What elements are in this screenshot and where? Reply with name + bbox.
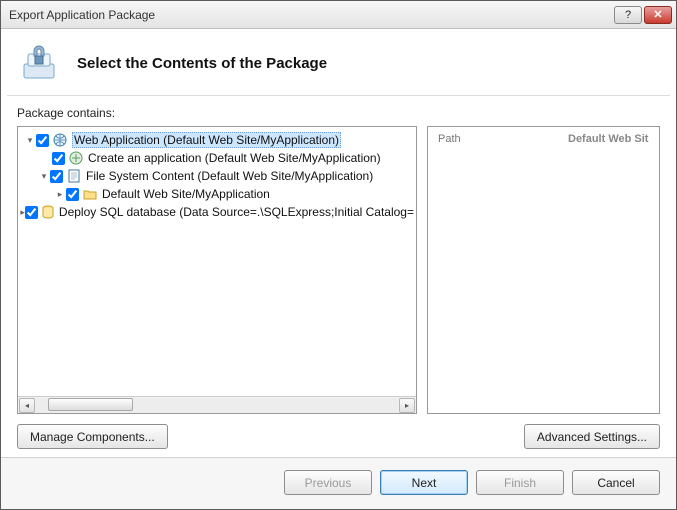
detail-panel: Path Default Web Site/MyApplication [427,126,660,414]
wizard-header: Select the Contents of the Package [1,29,676,95]
expander-icon[interactable]: ▸ [54,189,66,200]
folder-icon [82,186,98,202]
tree-label: File System Content (Default Web Site/My… [86,169,373,183]
tree-label: Web Application (Default Web Site/MyAppl… [72,132,341,148]
titlebar: Export Application Package ? ✕ [1,1,676,29]
close-button[interactable]: ✕ [644,6,672,24]
tree-label: Create an application (Default Web Site/… [88,151,381,165]
wizard-footer: Previous Next Finish Cancel [1,457,676,509]
previous-button: Previous [284,470,372,495]
scroll-track[interactable] [36,398,398,413]
manage-components-button[interactable]: Manage Components... [17,424,168,449]
tree-node-webapp[interactable]: ▾ Web Application (Default Web Site/MyAp… [20,131,414,149]
wizard-heading: Select the Contents of the Package [77,55,327,72]
checkbox-createapp[interactable] [52,152,65,165]
globe-icon [52,132,68,148]
wizard-body: Package contains: ▾ Web Application (Def… [1,96,676,457]
titlebar-buttons: ? ✕ [614,6,672,24]
horizontal-scrollbar[interactable]: ◂ ▸ [18,396,416,413]
checkbox-webapp[interactable] [36,134,49,147]
expander-icon[interactable]: ▾ [38,171,50,182]
detail-row-path: Path Default Web Site/MyApplication [438,133,649,145]
advanced-settings-button[interactable]: Advanced Settings... [524,424,660,449]
next-button[interactable]: Next [380,470,468,495]
tree-node-createapp[interactable]: Create an application (Default Web Site/… [20,149,414,167]
tree-panel: ▾ Web Application (Default Web Site/MyAp… [17,126,417,414]
mid-buttons: Manage Components... Advanced Settings..… [17,424,660,449]
close-icon: ✕ [653,8,662,21]
wizard-icon [17,41,61,85]
database-icon [41,204,55,220]
checkbox-folder[interactable] [66,188,79,201]
scroll-thumb[interactable] [48,398,133,411]
panels: ▾ Web Application (Default Web Site/MyAp… [17,126,660,414]
help-button[interactable]: ? [614,6,642,24]
cancel-button[interactable]: Cancel [572,470,660,495]
tree-scroll[interactable]: ▾ Web Application (Default Web Site/MyAp… [18,127,416,396]
tree-node-folder[interactable]: ▸ Default Web Site/MyApplication [20,185,414,203]
package-contains-label: Package contains: [17,106,660,120]
checkbox-sql[interactable] [25,206,38,219]
scroll-right-icon[interactable]: ▸ [399,398,415,413]
detail-path-value: Default Web Site/MyApplication [568,133,649,145]
expander-icon[interactable]: ▾ [24,135,36,146]
document-icon [66,168,82,184]
checkbox-filesys[interactable] [50,170,63,183]
tree-node-filesys[interactable]: ▾ File System Content (Default Web Site/… [20,167,414,185]
tree-label: Default Web Site/MyApplication [102,187,270,201]
app-icon [68,150,84,166]
dialog-window: Export Application Package ? ✕ Select th… [0,0,677,510]
detail-path-label: Path [438,133,568,145]
scroll-left-icon[interactable]: ◂ [19,398,35,413]
tree-node-sql[interactable]: ▸ Deploy SQL database (Data Source=.\SQL… [20,203,414,221]
tree-label: Deploy SQL database (Data Source=.\SQLEx… [59,205,414,219]
finish-button: Finish [476,470,564,495]
help-icon: ? [625,9,631,21]
window-title: Export Application Package [9,8,614,22]
